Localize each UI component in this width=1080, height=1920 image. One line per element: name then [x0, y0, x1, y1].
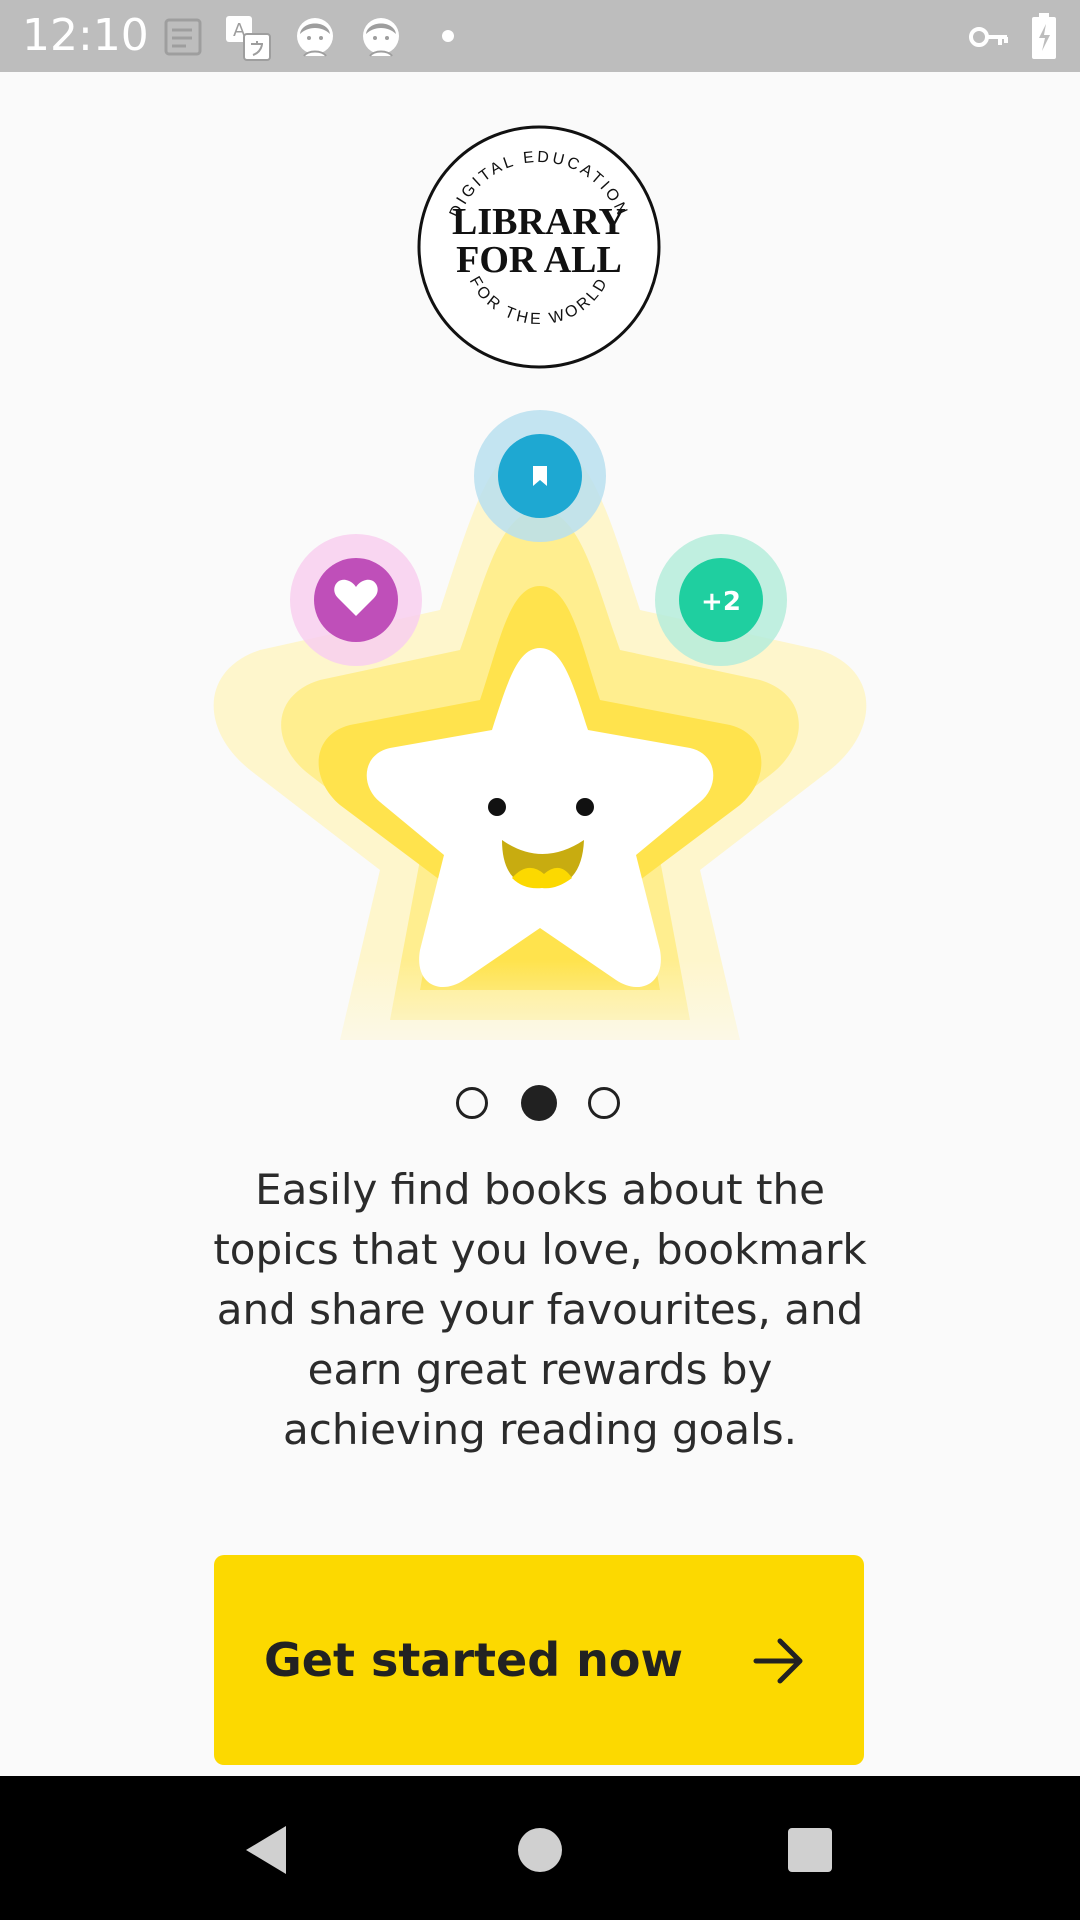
onboarding-description: Easily find books about the topics that …	[190, 1160, 890, 1460]
pager-indicator	[0, 1085, 1080, 1125]
avatar-icon	[297, 18, 333, 57]
star-eye-left	[488, 798, 506, 816]
logo-line1: LIBRARY	[452, 201, 626, 243]
system-nav-bar	[0, 1776, 1080, 1920]
pager-dot-3[interactable]	[588, 1087, 620, 1119]
vpn-key-icon	[969, 27, 1008, 47]
star-eye-right	[576, 798, 594, 816]
status-bar: 12:10 A	[0, 0, 1080, 72]
get-started-button[interactable]: Get started now	[214, 1555, 864, 1765]
home-icon[interactable]	[510, 1820, 570, 1880]
points-label: +2	[701, 587, 741, 617]
library-for-all-logo: DIGITAL EDUCATION LIBRARY FOR ALL FOR TH…	[417, 125, 661, 369]
arrow-right-icon	[753, 1638, 803, 1684]
heart-badge	[290, 534, 422, 666]
avatar-icon	[363, 18, 399, 57]
notes-icon	[164, 18, 202, 56]
description-line: topics that you love, bookmark	[213, 1225, 867, 1274]
pager-dot-2-active[interactable]	[521, 1085, 557, 1121]
description-line: and share your favourites, and	[216, 1285, 864, 1334]
status-time: 12:10	[22, 10, 149, 61]
bookmark-badge	[474, 410, 606, 542]
description-line: Easily find books about the	[255, 1165, 825, 1214]
battery-charging-icon	[1032, 13, 1056, 59]
recents-icon[interactable]	[780, 1820, 840, 1880]
description-line: earn great rewards by	[307, 1345, 773, 1394]
points-badge: +2	[655, 534, 787, 666]
dot-icon	[442, 30, 454, 42]
star-illustration: +2	[0, 400, 1080, 1100]
description-line: achieving reading goals.	[283, 1405, 797, 1454]
translate-icon: A	[226, 16, 271, 61]
pager-dot-1[interactable]	[456, 1087, 488, 1119]
back-icon[interactable]	[236, 1820, 296, 1880]
get-started-label: Get started now	[264, 1633, 684, 1687]
